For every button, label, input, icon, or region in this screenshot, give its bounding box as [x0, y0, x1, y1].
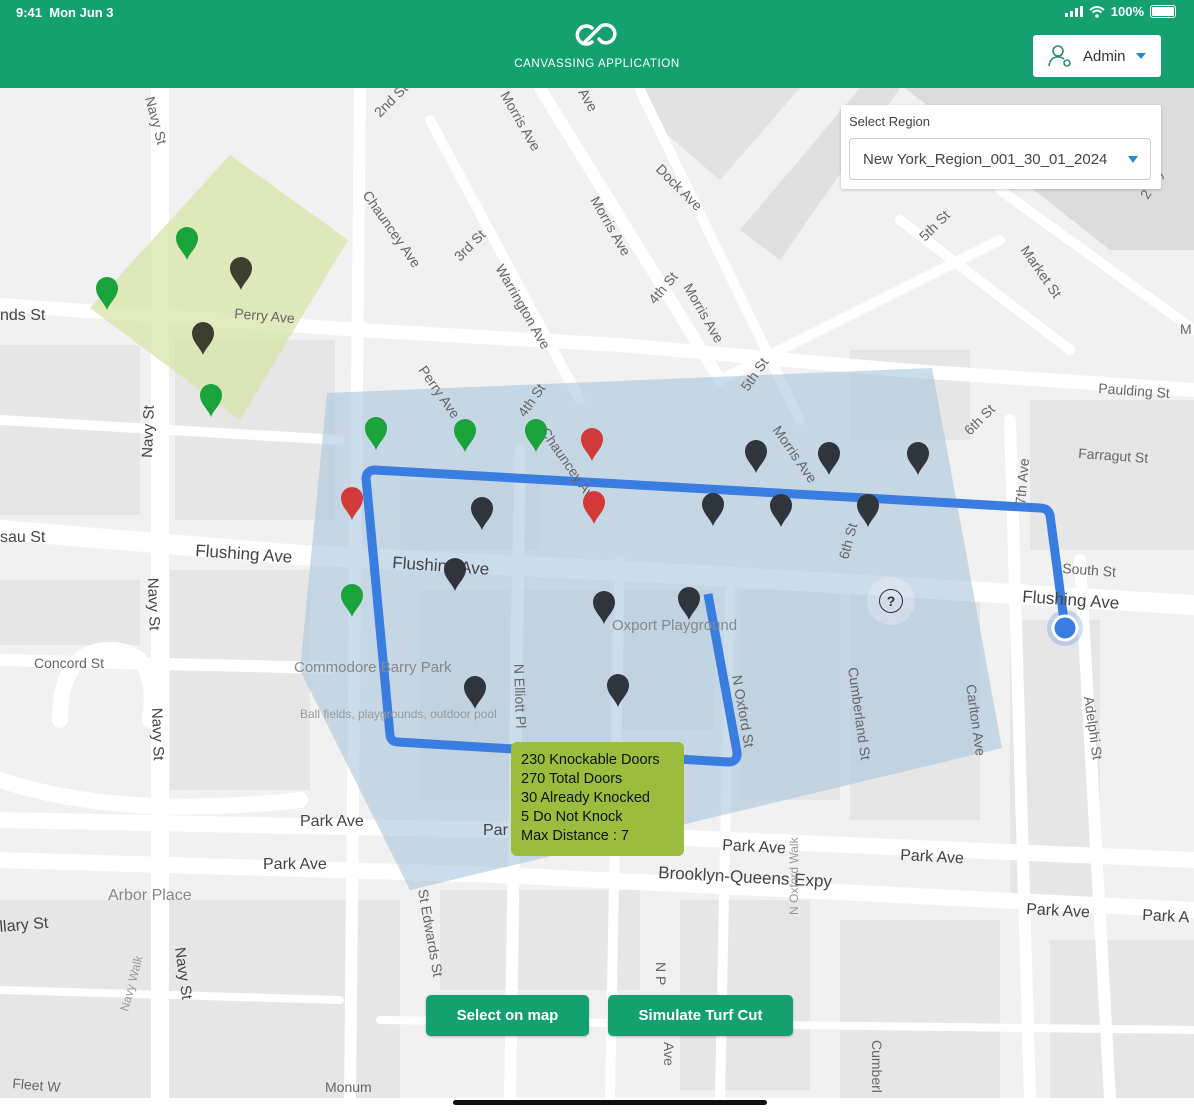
- label-park-a: Park A: [1142, 907, 1190, 926]
- wifi-icon: [1089, 5, 1105, 18]
- stat-total-doors: 270 Total Doors: [521, 771, 623, 787]
- stat-do-not-knock: 5 Do Not Knock: [521, 809, 623, 825]
- label-navy-st-mid: Navy St: [139, 404, 158, 458]
- map-canvas[interactable]: Navy St 2nd St Morris Ave Ave Chauncey A…: [0, 88, 1194, 1098]
- user-menu-button[interactable]: Admin: [1033, 35, 1161, 77]
- label-par: Par: [483, 822, 509, 839]
- label-park-sub: Ball fields, playgrounds, outdoor pool: [300, 707, 497, 721]
- map-view[interactable]: Navy St 2nd St Morris Ave Ave Chauncey A…: [0, 88, 1194, 1098]
- label-park-ave-2: Park Ave: [722, 837, 787, 857]
- label-park-ave-4: Park Ave: [263, 856, 327, 873]
- region-label: Select Region: [849, 114, 930, 129]
- select-on-map-button[interactable]: Select on map: [426, 995, 589, 1036]
- stat-knockable-doors: 230 Knockable Doors: [521, 752, 660, 768]
- stat-already-knocked: 30 Already Knocked: [521, 790, 650, 806]
- stat-max-distance: Max Distance : 7: [521, 828, 629, 844]
- label-park-ave-5: Park Ave: [1026, 901, 1091, 921]
- user-settings-icon: [1048, 45, 1071, 67]
- label-concord-st: Concord St: [34, 655, 104, 671]
- region-dropdown[interactable]: New York_Region_001_30_01_2024: [849, 138, 1151, 180]
- chevron-down-icon: [1128, 156, 1138, 163]
- label-n-elliott-pl: N Elliott Pl: [511, 664, 529, 729]
- label-n-p: N P: [653, 962, 669, 985]
- label-oxford-walk: N Oxford Walk: [787, 836, 801, 915]
- label-monu: Monum: [325, 1079, 372, 1095]
- label-sands-st: nds St: [0, 307, 46, 324]
- label-nassau-st: sau St: [0, 529, 46, 546]
- label-park-ave-1: Park Ave: [300, 813, 364, 830]
- question-icon: ?: [879, 589, 903, 613]
- user-label: Admin: [1083, 47, 1126, 65]
- label-navy-st-low: Navy St: [144, 578, 163, 632]
- home-indicator[interactable]: [453, 1100, 767, 1105]
- status-indicators: 100%: [1064, 4, 1176, 19]
- help-button[interactable]: ?: [867, 577, 915, 625]
- label-arbor-place: Arbor Place: [108, 887, 192, 904]
- app-title: CANVASSING APPLICATION: [514, 58, 680, 70]
- region-selector-panel: Select Region New York_Region_001_30_01_…: [841, 105, 1161, 189]
- current-location-dot[interactable]: [1051, 614, 1079, 642]
- app-logo-icon: [575, 23, 617, 46]
- simulate-turf-cut-button[interactable]: Simulate Turf Cut: [608, 995, 793, 1036]
- region-value: New York_Region_001_30_01_2024: [863, 151, 1108, 168]
- label-m: M: [1180, 321, 1192, 337]
- status-time: 9:41 Mon Jun 3: [16, 5, 114, 20]
- label-ave-bottom: Ave: [661, 1042, 677, 1066]
- chevron-down-icon: [1135, 53, 1146, 59]
- label-park-ave-3: Park Ave: [900, 847, 965, 867]
- turf-stats-popup: 230 Knockable Doors 270 Total Doors 30 A…: [511, 742, 684, 856]
- label-cumberl: Cumberl: [869, 1040, 885, 1093]
- signal-icon: [1064, 6, 1083, 17]
- label-commodore-park: Commodore Barry Park: [294, 659, 452, 676]
- battery-icon: [1150, 5, 1176, 18]
- app-header: 9:41 Mon Jun 3 100% CANVASSING APPLICATI…: [0, 0, 1194, 88]
- label-navy-st-bottom: Navy St: [148, 708, 167, 762]
- battery-percent: 100%: [1110, 4, 1144, 19]
- label-oxport-playground: Oxport Playground: [612, 617, 737, 634]
